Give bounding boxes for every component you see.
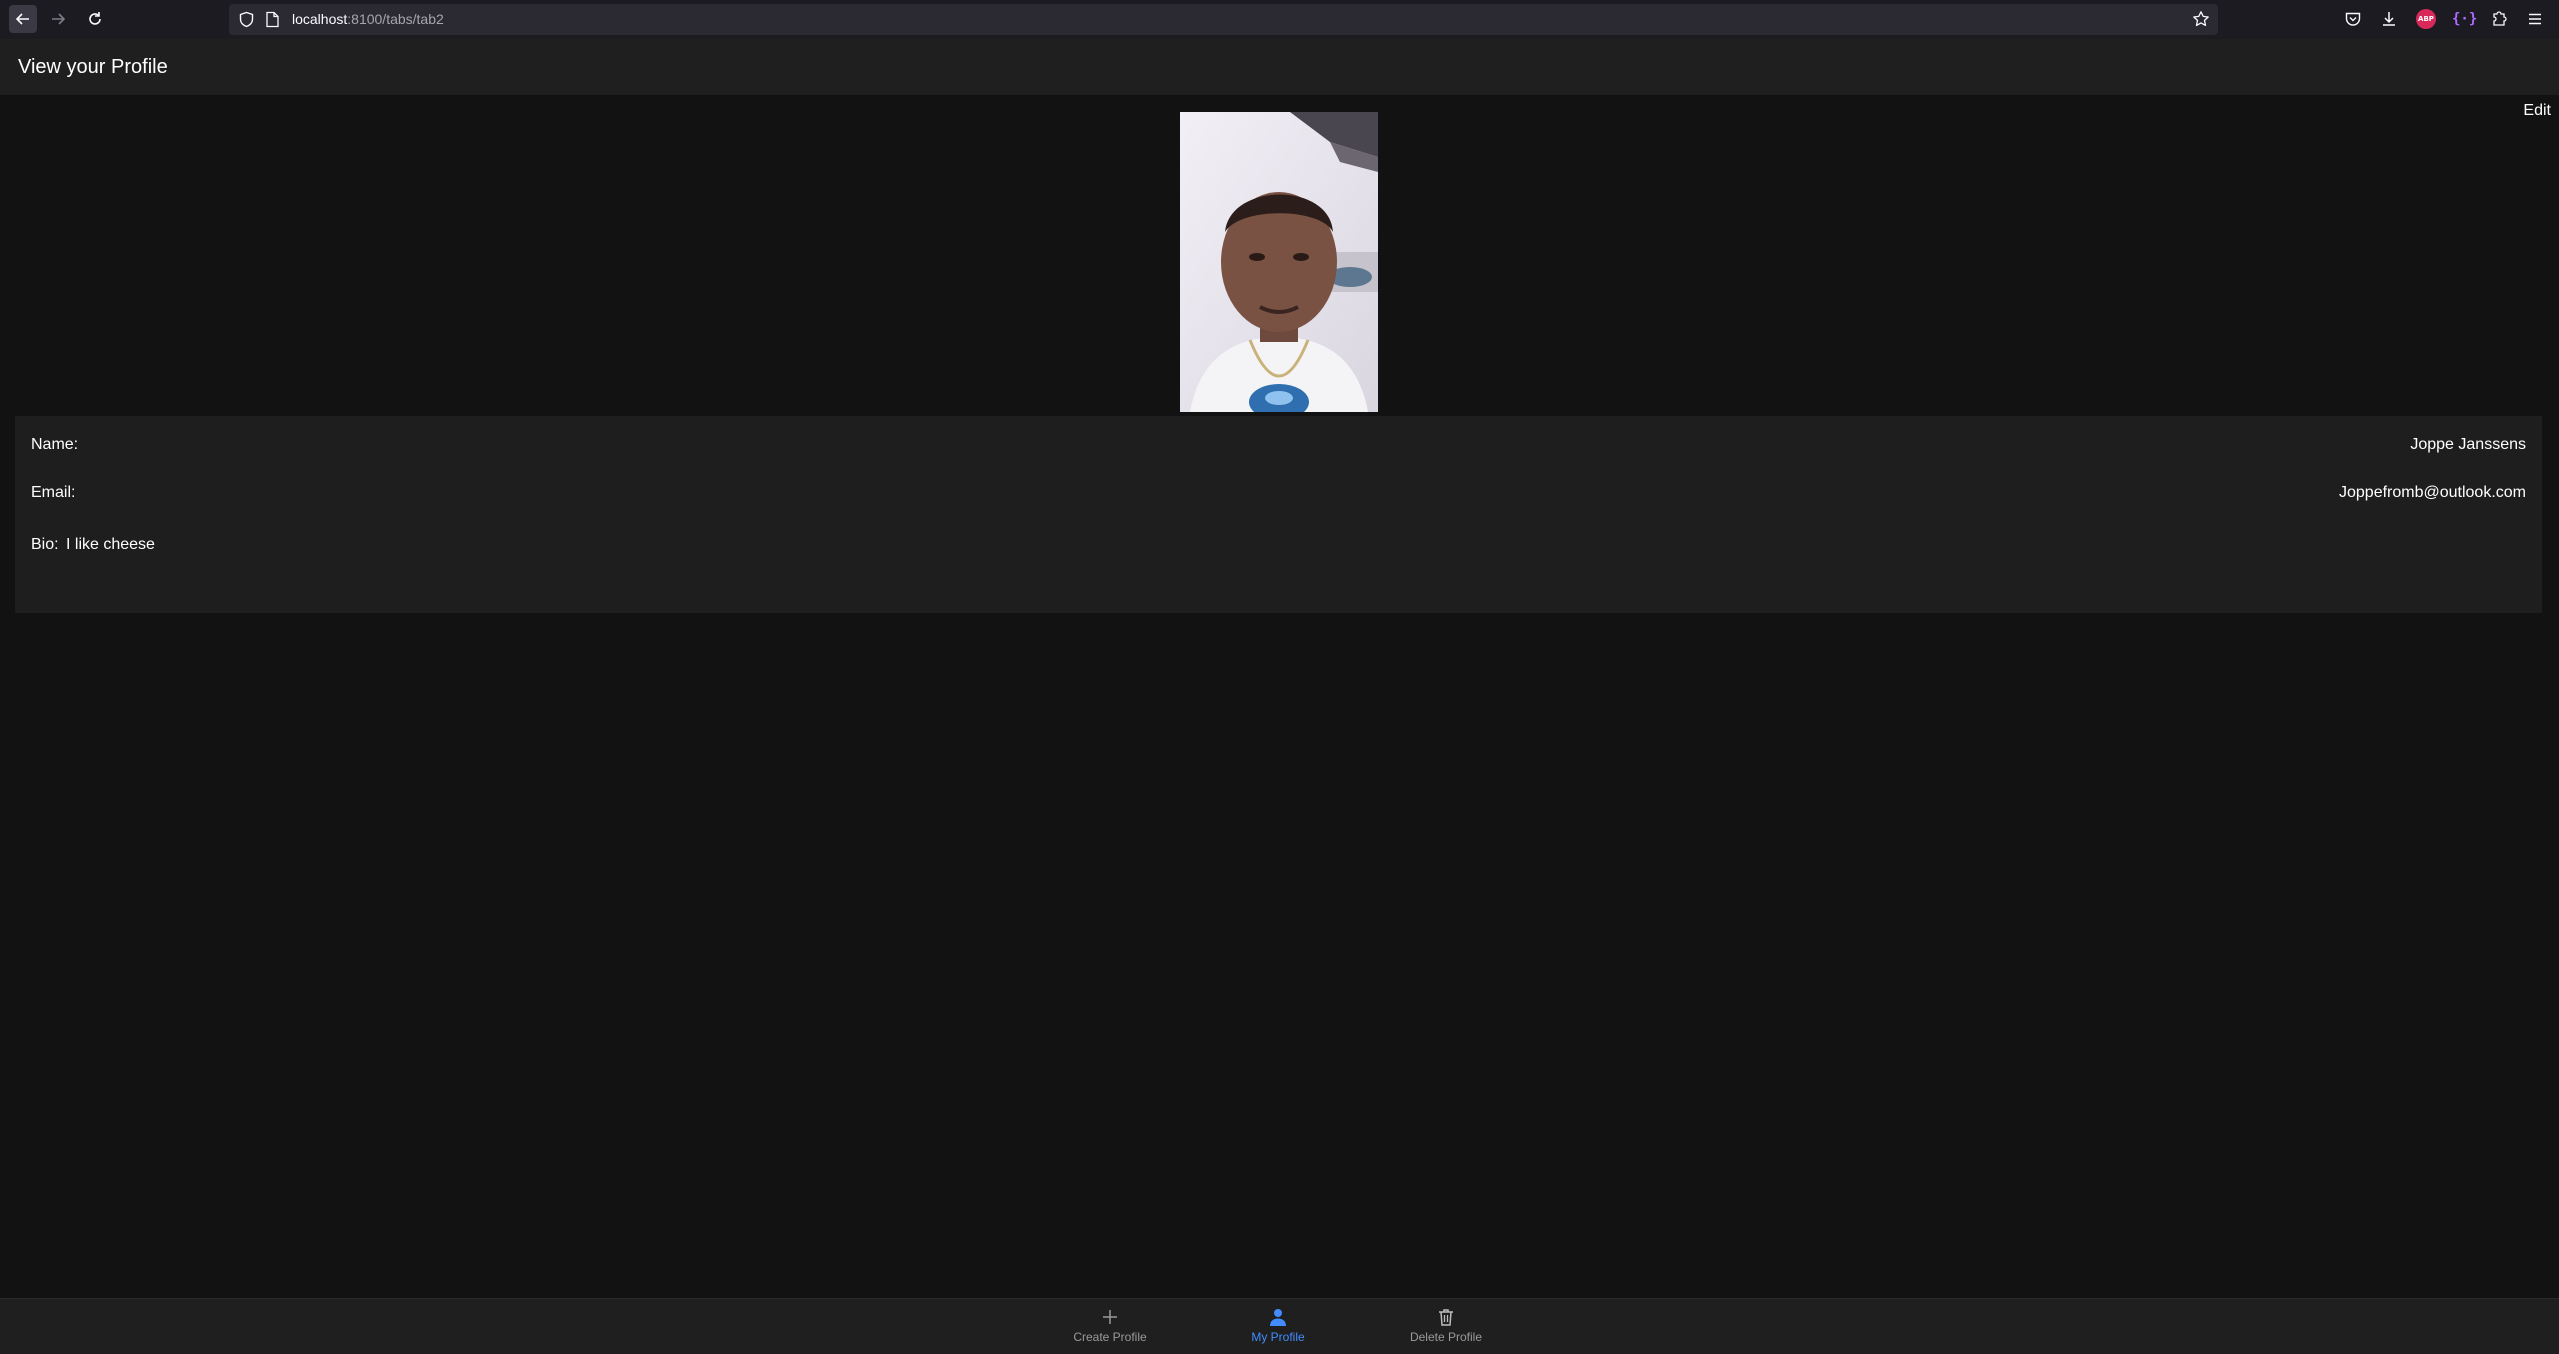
- tab-label: My Profile: [1251, 1330, 1305, 1344]
- bio-label: Bio:: [31, 536, 59, 553]
- email-value: Joppefromb@outlook.com: [2339, 484, 2526, 501]
- name-value: Joppe Janssens: [2410, 436, 2526, 453]
- tab-label: Delete Profile: [1409, 1330, 1483, 1344]
- back-arrow-icon: [15, 13, 29, 25]
- menu-icon[interactable]: [2526, 10, 2544, 28]
- page-icon: [266, 11, 279, 28]
- star-icon[interactable]: [2192, 10, 2210, 28]
- email-label: Email:: [31, 484, 76, 501]
- profile-info-card: Name: Joppe Janssens Email: Joppefromb@o…: [15, 416, 2542, 613]
- tab-bar: Create Profile My Profile Delete Profile: [0, 1298, 2559, 1354]
- person-icon: [1268, 1307, 1288, 1327]
- bio-value: I like cheese: [66, 536, 155, 553]
- name-row: Name: Joppe Janssens: [31, 433, 2526, 457]
- url-host: localhost: [292, 11, 348, 27]
- back-button[interactable]: [9, 5, 37, 33]
- forward-arrow-icon: [52, 13, 66, 25]
- shield-icon[interactable]: [238, 11, 255, 28]
- profile-photo: [1180, 112, 1378, 412]
- reload-icon: [89, 12, 101, 25]
- url-path: :8100/tabs/tab2: [347, 11, 444, 27]
- tab-my-profile[interactable]: My Profile: [1208, 1307, 1348, 1351]
- bio-row: Bio: I like cheese: [31, 533, 2526, 557]
- app-header: View your Profile: [0, 39, 2559, 95]
- email-row: Email: Joppefromb@outlook.com: [31, 481, 2526, 505]
- url-text[interactable]: localhost:8100/tabs/tab2: [292, 11, 444, 27]
- forward-button[interactable]: [44, 5, 72, 33]
- tab-label: Create Profile: [1073, 1330, 1147, 1344]
- download-icon[interactable]: [2380, 10, 2398, 28]
- trash-icon: [1436, 1307, 1456, 1327]
- pocket-icon[interactable]: [2344, 10, 2362, 28]
- address-bar[interactable]: localhost:8100/tabs/tab2: [229, 4, 2218, 35]
- tab-create-profile[interactable]: Create Profile: [1040, 1307, 1180, 1351]
- extensions-puzzle-icon[interactable]: [2490, 10, 2508, 28]
- extension-brackets-icon[interactable]: {·}: [2452, 9, 2477, 29]
- tab-delete-profile[interactable]: Delete Profile: [1376, 1307, 1516, 1351]
- edit-button[interactable]: Edit: [2523, 102, 2551, 120]
- page-title: View your Profile: [18, 56, 168, 78]
- add-icon: [1100, 1307, 1120, 1327]
- browser-toolbar: localhost:8100/tabs/tab2 ABP {·}: [0, 0, 2559, 39]
- reload-button[interactable]: [81, 5, 109, 33]
- name-label: Name:: [31, 436, 79, 453]
- adblock-icon[interactable]: ABP: [2416, 9, 2436, 29]
